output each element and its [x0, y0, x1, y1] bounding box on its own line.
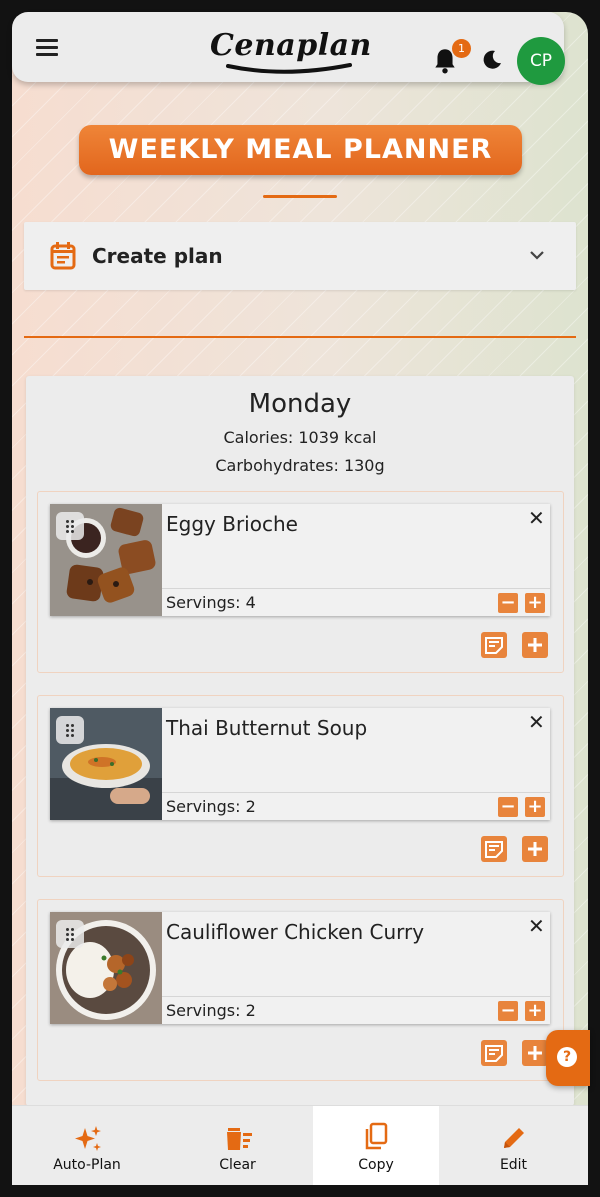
meal-slot: Eggy Brioche ✕ Servings: 4 − +	[37, 491, 564, 673]
meal-card[interactable]: Thai Butternut Soup ✕ Servings: 2 − +	[50, 708, 550, 820]
plus-icon	[528, 842, 542, 856]
note-icon	[485, 1045, 503, 1062]
decrease-servings-button[interactable]: −	[498, 797, 518, 817]
meal-card[interactable]: Cauliflower Chicken Curry ✕ Servings: 2 …	[50, 912, 550, 1024]
meal-title[interactable]: Cauliflower Chicken Curry	[166, 920, 424, 944]
calendar-icon	[50, 242, 76, 270]
add-note-button[interactable]	[481, 1040, 507, 1066]
day-name: Monday	[248, 389, 352, 419]
meal-image	[50, 708, 162, 820]
decrease-servings-button[interactable]: −	[498, 1001, 518, 1021]
day-carbohydrates: Carbohydrates: 130g	[215, 456, 385, 475]
page-title-banner: WEEKLY MEAL PLANNER	[79, 125, 522, 175]
decrease-servings-button[interactable]: −	[498, 593, 518, 613]
create-plan-label: Create plan	[92, 244, 223, 268]
note-icon	[485, 841, 503, 858]
add-meal-button[interactable]	[522, 1040, 548, 1066]
nav-copy-label: Copy	[358, 1157, 394, 1173]
user-avatar[interactable]: CP	[517, 37, 565, 85]
meal-title[interactable]: Eggy Brioche	[166, 512, 298, 536]
servings-bar: Servings: 4 − +	[162, 588, 550, 617]
servings-bar: Servings: 2 − +	[162, 792, 550, 821]
day-calories: Calories: 1039 kcal	[223, 428, 377, 447]
meal-title[interactable]: Thai Butternut Soup	[166, 716, 367, 740]
bottom-navigation: Auto-Plan Clear Copy Edit	[12, 1105, 588, 1185]
hamburger-menu-icon[interactable]	[36, 39, 58, 56]
logo-swoosh	[226, 63, 352, 74]
nav-edit[interactable]: Edit	[439, 1106, 588, 1185]
meal-card[interactable]: Eggy Brioche ✕ Servings: 4 − +	[50, 504, 550, 616]
meal-image	[50, 912, 162, 1024]
add-meal-button[interactable]	[522, 836, 548, 862]
plus-icon	[528, 638, 542, 652]
meal-slot: Thai Butternut Soup ✕ Servings: 2 − +	[37, 695, 564, 877]
copy-icon	[365, 1122, 388, 1150]
note-icon	[485, 637, 503, 654]
meal-image	[50, 504, 162, 616]
nav-clear-label: Clear	[219, 1157, 256, 1173]
remove-meal-close-icon[interactable]: ✕	[528, 506, 545, 530]
meal-slot: Cauliflower Chicken Curry ✕ Servings: 2 …	[37, 899, 564, 1081]
increase-servings-button[interactable]: +	[525, 797, 545, 817]
add-note-button[interactable]	[481, 836, 507, 862]
remove-meal-close-icon[interactable]: ✕	[528, 914, 545, 938]
nav-auto-plan-label: Auto-Plan	[53, 1157, 121, 1173]
add-note-button[interactable]	[481, 632, 507, 658]
section-divider	[24, 336, 576, 338]
remove-meal-close-icon[interactable]: ✕	[528, 710, 545, 734]
servings-bar: Servings: 2 − +	[162, 996, 550, 1025]
nav-clear[interactable]: Clear	[162, 1106, 313, 1185]
chevron-down-icon	[530, 251, 544, 260]
nav-edit-label: Edit	[499, 1157, 528, 1173]
clear-list-icon	[227, 1128, 252, 1150]
servings-label: Servings: 2	[166, 1001, 256, 1020]
drag-handle-icon[interactable]	[56, 716, 84, 744]
nav-auto-plan[interactable]: Auto-Plan	[12, 1106, 162, 1185]
increase-servings-button[interactable]: +	[525, 1001, 545, 1021]
create-plan-accordion[interactable]: Create plan	[24, 222, 576, 290]
logo-text: Cenaplan	[210, 28, 372, 63]
servings-label: Servings: 2	[166, 797, 256, 816]
sparkle-icon	[75, 1126, 101, 1151]
increase-servings-button[interactable]: +	[525, 593, 545, 613]
dark-mode-moon-icon[interactable]	[480, 48, 504, 72]
help-button[interactable]: ?	[546, 1030, 590, 1086]
drag-handle-icon[interactable]	[56, 920, 84, 948]
notification-badge: 1	[452, 39, 471, 58]
help-question-icon: ?	[557, 1047, 577, 1067]
nav-copy[interactable]: Copy	[313, 1106, 439, 1185]
pencil-icon	[504, 1128, 524, 1148]
drag-handle-icon[interactable]	[56, 512, 84, 540]
plus-icon	[528, 1046, 542, 1060]
add-meal-button[interactable]	[522, 632, 548, 658]
servings-label: Servings: 4	[166, 593, 256, 612]
title-underline	[263, 195, 337, 198]
app-logo[interactable]: Cenaplan	[210, 28, 372, 78]
